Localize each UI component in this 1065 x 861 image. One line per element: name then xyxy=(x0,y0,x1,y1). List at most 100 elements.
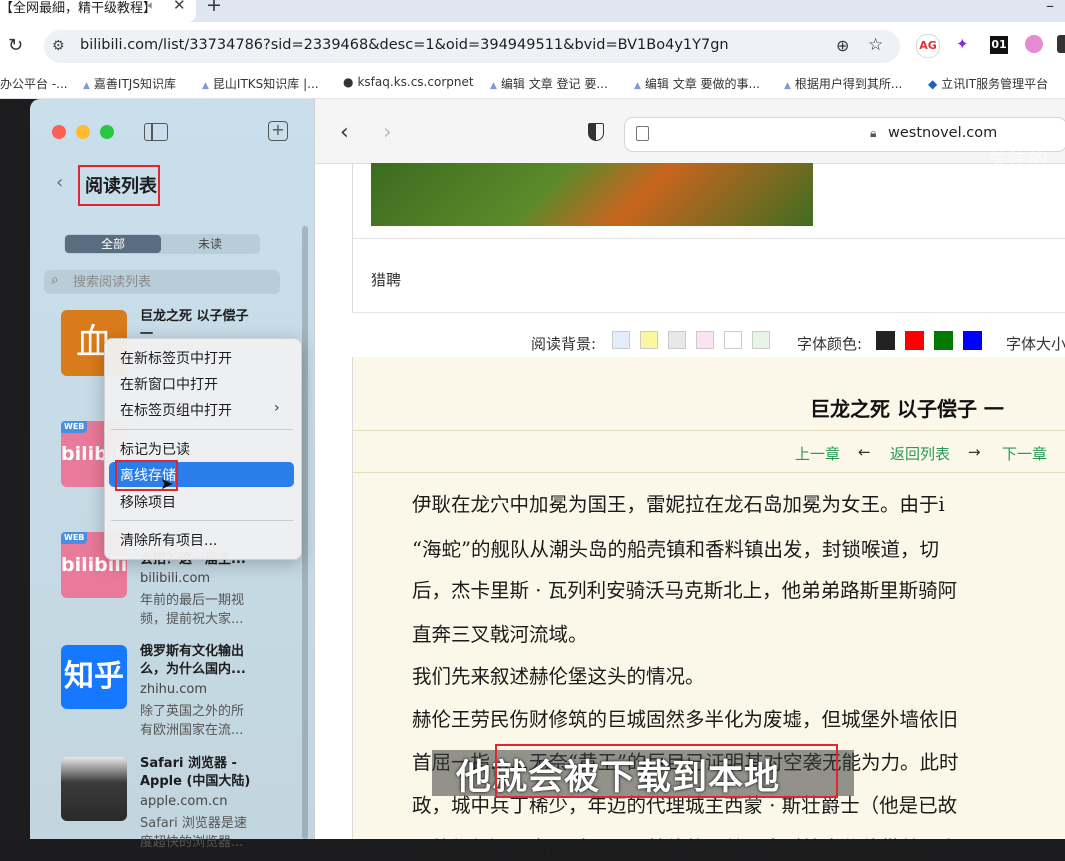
chevron-left-icon[interactable]: ‹ xyxy=(56,172,63,193)
bookmark-item[interactable]: ▲ 昆山ITKS知识库 |... xyxy=(202,75,319,92)
chapter-title: 巨龙之死 以子偿子 一 xyxy=(810,397,1004,421)
bookmark-item[interactable]: ▲ 编辑 文章 要做的事... xyxy=(634,75,760,92)
sidebar-scrollbar[interactable] xyxy=(302,226,308,839)
menu-item-open-in-tab-group[interactable]: 在标签页组中打开 xyxy=(120,400,232,420)
back-icon[interactable]: ‹ xyxy=(340,120,349,145)
item-domain: bilibili.com xyxy=(140,571,211,586)
paragraph-line: 伊耿在龙穴中加冕为国王，雷妮拉在龙石岛加冕为女王。由于i xyxy=(412,493,945,516)
back-to-list-link[interactable]: 返回列表 xyxy=(890,443,950,464)
bookmark-favicon-icon: ▲ xyxy=(784,81,791,91)
bookmark-item[interactable]: ▲ 根据用户得到其所... xyxy=(784,75,902,92)
forward-icon[interactable]: › xyxy=(383,120,392,145)
menu-item-open-new-tab[interactable]: 在新标签页中打开 xyxy=(120,348,232,368)
search-input[interactable] xyxy=(73,270,273,294)
extension-brain-icon[interactable] xyxy=(1025,35,1043,53)
font-color-label: 字体颜色: xyxy=(797,335,863,353)
close-tab-icon[interactable]: ✕ xyxy=(173,0,186,14)
extension-ag-icon[interactable]: AG xyxy=(916,34,940,58)
paragraph-line: “海蛇”的舰队从潮头岛的船壳镇和香料镇出发，封锁喉道，切 xyxy=(412,538,939,561)
bookmark-item[interactable]: ▲ 嘉善ITJS知识库 xyxy=(83,75,176,92)
background-swatch[interactable] xyxy=(640,331,658,349)
page-divider xyxy=(352,238,1065,239)
paragraph-line: 后，杰卡里斯 · 瓦列利安骑沃马克斯北上，他弟弟路斯里斯骑阿 xyxy=(412,579,958,602)
background-swatch[interactable] xyxy=(668,331,686,349)
item-thumbnail[interactable]: 知乎 xyxy=(61,645,127,709)
reading-background-label: 阅读背景: xyxy=(531,335,597,353)
chrome-active-tab[interactable]: 【全网最細，精干级教程】 🔈︎ ✕ xyxy=(0,0,196,22)
item-description: 年前的最后一期视 频，提前祝大家... xyxy=(140,593,245,627)
annotation-box-subtitle xyxy=(495,744,838,798)
paragraph-line: 直奔三叉戟河流域。 xyxy=(412,623,588,646)
font-color-swatch[interactable] xyxy=(934,331,953,350)
page-divider xyxy=(352,312,1065,313)
item-title[interactable]: Safari 浏览器 - Apple (中国大陆) xyxy=(140,755,250,791)
paragraph-line: 丞的叔叔）无意面对“黑心”赫伦的噩梦，当科拉克休伦带着巨大 xyxy=(412,837,959,860)
font-size-label: 字体大小 xyxy=(1006,335,1065,353)
paragraph-line: 赫伦王劳民伤财修筑的巨城固然多半化为废墟，但城堡外墙依旧 xyxy=(412,708,959,731)
arrow-right-icon: → xyxy=(968,443,981,461)
item-domain: apple.com.cn xyxy=(140,794,228,809)
bookmark-item[interactable]: ◆ 立讯IT服务管理平台 xyxy=(928,75,1048,92)
item-description: Safari 浏览器是速 度超快的浏览器... xyxy=(140,816,247,850)
safari-domain[interactable]: westnovel.com xyxy=(888,125,997,141)
arrow-left-icon: ← xyxy=(858,443,871,461)
background-swatch[interactable] xyxy=(696,331,714,349)
paragraph-line: 我们先来叙述赫伦堡这头的情况。 xyxy=(412,665,705,688)
reload-icon[interactable]: ↻ xyxy=(8,35,23,56)
menu-separator xyxy=(111,520,293,521)
item-thumbnail[interactable] xyxy=(61,757,127,821)
item-title[interactable]: 俄罗斯有文化输出 么，为什么国内... xyxy=(140,643,246,679)
tab-title: 【全网最細，精干级教程】 xyxy=(0,1,157,16)
lock-icon: 🔒︎ xyxy=(870,126,877,140)
diamond-icon: ◆ xyxy=(928,77,938,91)
segment-unread[interactable]: 未读 xyxy=(161,235,259,253)
new-tab-button[interactable]: + xyxy=(206,0,222,16)
site-settings-icon[interactable]: ⚙︎ xyxy=(52,38,65,54)
menu-separator xyxy=(111,429,293,430)
chevron-right-icon: › xyxy=(274,400,280,416)
bookmark-favicon-icon: ▲ xyxy=(634,81,641,91)
window-minimize-button[interactable] xyxy=(76,125,90,139)
prev-chapter-link[interactable]: 上一章 xyxy=(795,443,840,464)
font-color-swatch[interactable] xyxy=(876,331,895,350)
new-tab-group-icon[interactable]: + xyxy=(268,121,288,141)
bookmark-star-icon[interactable]: ☆ xyxy=(868,35,883,55)
sidebar-toggle-icon[interactable] xyxy=(144,123,168,141)
background-swatch[interactable] xyxy=(752,331,770,349)
menu-item-remove[interactable]: 移除项目 xyxy=(120,492,176,512)
item-domain: zhihu.com xyxy=(140,682,208,697)
bookmark-favicon-icon: ▲ xyxy=(83,81,90,91)
menu-item-mark-read[interactable]: 标记为已读 xyxy=(120,439,190,459)
next-chapter-link[interactable]: 下一章 xyxy=(1002,443,1047,464)
minimize-icon[interactable]: – xyxy=(1046,0,1054,15)
bookmark-favicon-icon: ▲ xyxy=(490,81,497,91)
ad-text[interactable]: 猎聘 xyxy=(371,269,401,290)
window-close-button[interactable] xyxy=(52,125,66,139)
address-url[interactable]: bilibili.com/list/33734786?sid=2339468&d… xyxy=(80,37,729,53)
annotation-box-title xyxy=(78,165,160,206)
speaker-icon[interactable]: 🔈︎ xyxy=(148,0,155,13)
bookmark-favicon-icon: ▲ xyxy=(202,81,209,91)
menu-item-clear-all[interactable]: 清除所有项目... xyxy=(120,530,217,550)
background-swatch[interactable] xyxy=(724,331,742,349)
menu-item-open-new-window[interactable]: 在新窗口中打开 xyxy=(120,374,218,394)
bookmark-item[interactable]: 办公平台 -... xyxy=(0,75,68,92)
window-maximize-button[interactable] xyxy=(100,125,114,139)
segment-all[interactable]: 全部 xyxy=(65,235,161,253)
extension-sparkle-icon[interactable]: ✦ xyxy=(956,35,969,53)
font-color-swatch[interactable] xyxy=(905,331,924,350)
background-swatch[interactable] xyxy=(612,331,630,349)
extension-partial-icon[interactable] xyxy=(1057,35,1065,53)
extension-01-icon[interactable]: 01 xyxy=(990,36,1008,54)
font-color-swatch[interactable] xyxy=(963,331,982,350)
bookmark-item[interactable]: ● ksfaq.ks.cs.corpnet xyxy=(343,75,474,89)
banner-image xyxy=(371,163,813,226)
web-tag: WEB xyxy=(61,532,88,544)
reader-icon[interactable] xyxy=(636,126,649,141)
search-icon: ⌕ xyxy=(51,272,59,288)
zoom-icon[interactable]: ⊕ xyxy=(836,36,849,55)
bookmark-item[interactable]: ▲ 编辑 文章 登记 要... xyxy=(490,75,608,92)
privacy-shield-icon[interactable] xyxy=(588,123,604,141)
cursor-icon: ➤ xyxy=(160,474,174,493)
web-tag: WEB xyxy=(61,421,88,433)
